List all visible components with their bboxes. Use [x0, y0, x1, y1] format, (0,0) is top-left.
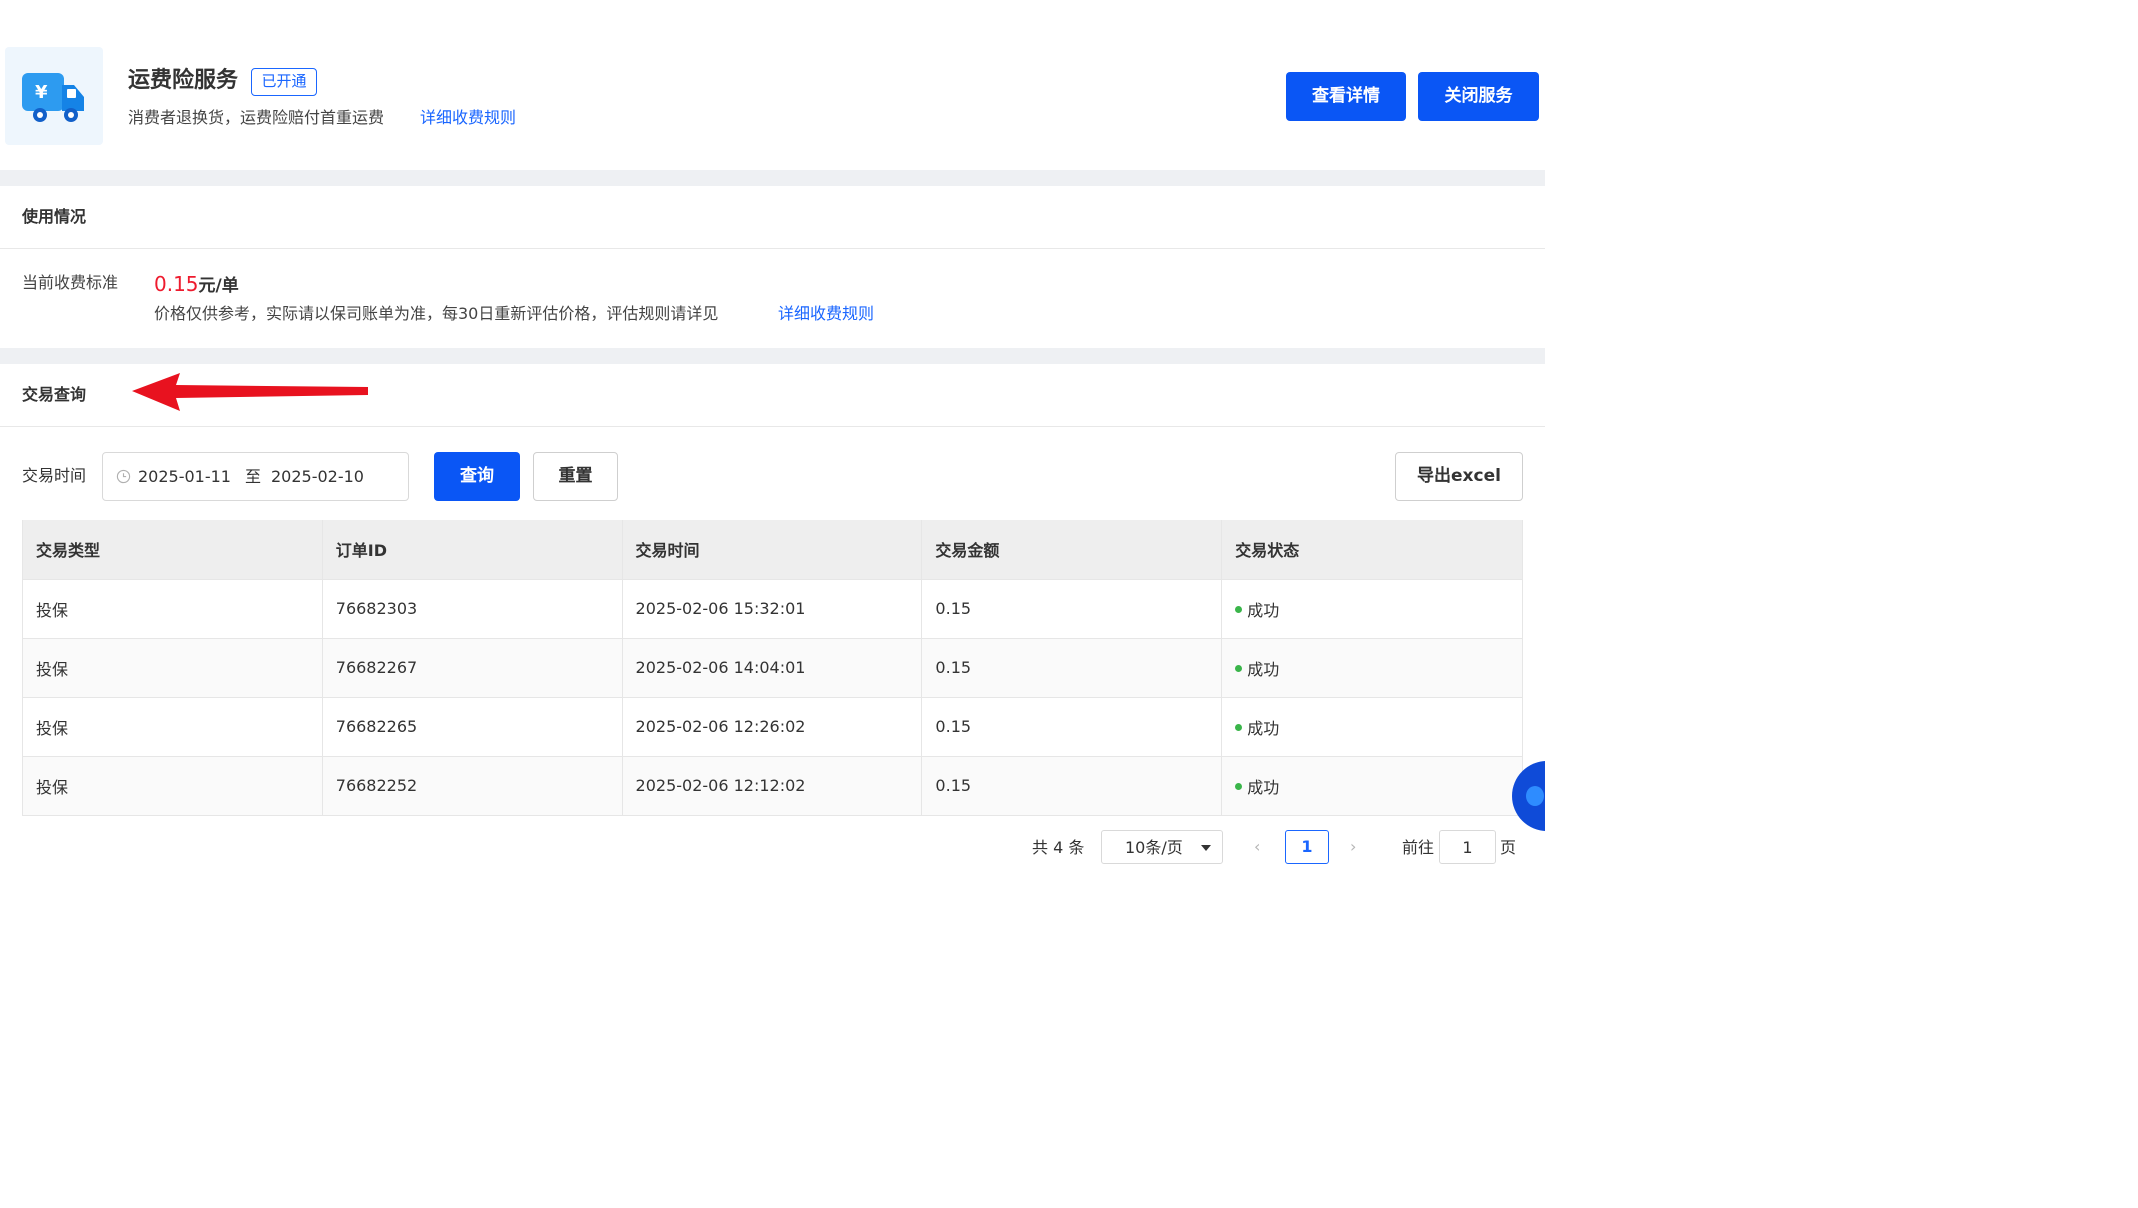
page-size-select[interactable]: 10条/页	[1101, 830, 1223, 864]
usage-fee-rule-link[interactable]: 详细收费规则	[778, 302, 874, 326]
export-excel-button[interactable]: 导出excel	[1395, 452, 1523, 501]
cell-order-id: 76682252	[322, 756, 623, 816]
page-suffix-label: 页	[1500, 838, 1517, 857]
success-dot-icon	[1235, 664, 1243, 672]
annotation-arrow-icon	[132, 373, 368, 411]
column-header-time: 交易时间	[622, 520, 923, 580]
cell-time: 2025-02-06 14:04:01	[622, 638, 923, 698]
caret-down-icon	[1201, 845, 1211, 851]
table-header-row: 交易类型 订单ID 交易时间 交易金额 交易状态	[22, 520, 1523, 580]
column-header-amount: 交易金额	[921, 520, 1223, 580]
freight-truck-icon: ¥	[5, 47, 103, 145]
trade-time-label: 交易时间	[22, 466, 87, 485]
fee-note: 价格仅供参考，实际请以保司账单为准，每30日重新评估价格，评估规则请详见	[154, 304, 719, 323]
cell-type: 投保	[22, 638, 323, 698]
cell-amount: 0.15	[921, 756, 1223, 816]
table-row: 投保 76682267 2025-02-06 14:04:01 0.15 成功	[22, 638, 1523, 698]
query-section-title: 交易查询	[22, 385, 87, 404]
chat-icon	[1526, 786, 1544, 806]
status-text: 成功	[1247, 659, 1280, 679]
cell-status: 成功	[1221, 579, 1523, 639]
view-details-button[interactable]: 查看详情	[1286, 72, 1406, 121]
table-row: 投保 76682303 2025-02-06 15:32:01 0.15 成功	[22, 579, 1523, 639]
service-description: 消费者退换货，运费险赔付首重运费	[128, 108, 385, 127]
goto-label: 前往	[1402, 838, 1435, 857]
fee-unit: 元/单	[198, 276, 239, 296]
pagination-total: 共 4 条	[1032, 838, 1085, 857]
column-header-order-id: 订单ID	[322, 520, 623, 580]
page-size-value: 10条/页	[1125, 838, 1183, 857]
cell-amount: 0.15	[921, 579, 1223, 639]
query-title-divider	[0, 426, 1545, 427]
usage-section-title: 使用情况	[22, 207, 87, 226]
service-header: ¥ 运费险服务 已开通 消费者退换货，运费险赔付首重运费 详细收费规则 查看详情…	[0, 0, 1545, 170]
cell-status: 成功	[1221, 638, 1523, 698]
success-dot-icon	[1235, 782, 1243, 790]
service-title: 运费险服务	[128, 68, 239, 93]
column-header-status: 交易状态	[1221, 520, 1523, 580]
fee-amount: 0.15	[154, 272, 199, 296]
date-start-input[interactable]: 2025-01-11 00:00:00	[138, 465, 236, 489]
section-divider	[0, 348, 1545, 364]
table-row: 投保 76682265 2025-02-06 12:26:02 0.15 成功	[22, 697, 1523, 757]
cell-type: 投保	[22, 579, 323, 639]
query-button[interactable]: 查询	[434, 452, 520, 501]
close-service-button[interactable]: 关闭服务	[1418, 72, 1539, 121]
cell-amount: 0.15	[921, 638, 1223, 698]
cell-amount: 0.15	[921, 697, 1223, 757]
status-text: 成功	[1247, 777, 1280, 797]
cell-time: 2025-02-06 12:12:02	[622, 756, 923, 816]
cell-type: 投保	[22, 697, 323, 757]
cell-time: 2025-02-06 12:26:02	[622, 697, 923, 757]
cell-type: 投保	[22, 756, 323, 816]
cell-status: 成功	[1221, 697, 1523, 757]
next-page-button[interactable]: ›	[1350, 836, 1356, 858]
service-status-badge: 已开通	[251, 68, 317, 96]
date-separator: 至	[245, 467, 262, 486]
cell-time: 2025-02-06 15:32:01	[622, 579, 923, 639]
freight-insurance-page: ¥ 运费险服务 已开通 消费者退换货，运费险赔付首重运费 详细收费规则 查看详情…	[0, 0, 1545, 880]
success-dot-icon	[1235, 605, 1243, 613]
service-fee-rule-link[interactable]: 详细收费规则	[420, 106, 516, 130]
cell-status: 成功	[1221, 756, 1523, 816]
transaction-table: 交易类型 订单ID 交易时间 交易金额 交易状态 投保 76682303 202…	[22, 520, 1523, 816]
fee-standard-value: 0.15元/单	[154, 270, 239, 300]
success-dot-icon	[1235, 723, 1243, 731]
cell-order-id: 76682265	[322, 697, 623, 757]
column-header-type: 交易类型	[22, 520, 323, 580]
cell-order-id: 76682303	[322, 579, 623, 639]
date-end-input[interactable]: 2025-02-10	[271, 465, 364, 489]
prev-page-button[interactable]: ‹	[1254, 836, 1260, 858]
table-row: 投保 76682252 2025-02-06 12:12:02 0.15 成功	[22, 756, 1523, 816]
current-page-button[interactable]: 1	[1285, 830, 1329, 864]
section-divider	[0, 170, 1545, 186]
svg-text:¥: ¥	[35, 82, 48, 103]
goto-page-input[interactable]	[1439, 830, 1496, 864]
status-text: 成功	[1247, 718, 1280, 738]
status-text: 成功	[1247, 600, 1280, 620]
reset-button[interactable]: 重置	[533, 452, 618, 501]
fee-standard-label: 当前收费标准	[22, 273, 119, 292]
cell-order-id: 76682267	[322, 638, 623, 698]
date-range-picker[interactable]: 2025-01-11 00:00:00 至 2025-02-10	[102, 452, 409, 501]
clock-icon	[116, 469, 131, 484]
usage-title-divider	[0, 248, 1545, 249]
